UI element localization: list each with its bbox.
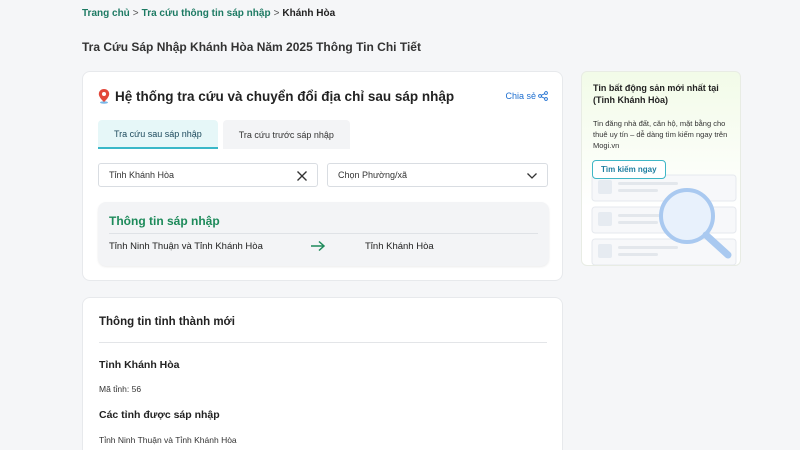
province-select-value: Tỉnh Khánh Hòa <box>109 170 175 180</box>
tool-header: Hệ thống tra cứu và chuyển đổi địa chỉ s… <box>97 88 454 104</box>
breadcrumb-separator: > <box>132 8 139 19</box>
info-title: Thông tin tỉnh thành mới <box>99 316 235 328</box>
merge-to: Tỉnh Khánh Hòa <box>365 241 434 252</box>
divider <box>109 233 538 234</box>
breadcrumb-lookup-link[interactable]: Tra cứu thông tin sáp nhập <box>142 8 271 19</box>
share-icon <box>538 91 548 101</box>
merge-info-title: Thông tin sáp nhập <box>109 214 220 228</box>
ad-search-button[interactable]: Tìm kiếm ngay <box>592 160 666 179</box>
divider <box>99 342 547 343</box>
merged-provinces-list: Tỉnh Ninh Thuận và Tỉnh Khánh Hòa <box>99 435 237 445</box>
share-button[interactable]: Chia sẻ <box>505 91 548 101</box>
chevron-down-icon <box>527 173 537 179</box>
merged-provinces-heading: Các tỉnh được sáp nhập <box>99 409 220 421</box>
breadcrumb-current: Khánh Hòa <box>282 8 336 19</box>
tool-title: Hệ thống tra cứu và chuyển đổi địa chỉ s… <box>115 88 455 104</box>
real-estate-ad: Tin bất động sản mới nhất tại (Tỉnh Khán… <box>581 71 741 266</box>
province-name: Tỉnh Khánh Hòa <box>99 359 180 371</box>
breadcrumb: Trang chủ > Tra cứu thông tin sáp nhập > Khá… <box>82 8 335 19</box>
tab-before-merge[interactable]: Tra cứu trước sáp nhập <box>222 120 350 149</box>
arrow-right-icon <box>311 240 326 252</box>
lookup-tabs: Tra cứu sau sáp nhập Tra cứu trước sáp n… <box>98 120 350 149</box>
listing-illustration <box>591 174 737 265</box>
new-province-info-card: Thông tin tỉnh thành mới Tỉnh Khánh Hòa … <box>82 297 563 450</box>
share-label: Chia sẻ <box>505 91 536 101</box>
page-title: Tra Cứu Sáp Nhập Khánh Hòa Năm 2025 Thôn… <box>82 40 421 54</box>
map-pin-icon <box>98 89 110 104</box>
tab-after-merge[interactable]: Tra cứu sau sáp nhập <box>98 120 218 149</box>
breadcrumb-separator: > <box>273 8 280 19</box>
province-code: Mã tỉnh: 56 <box>99 384 142 394</box>
ward-select-value: Chọn Phường/xã <box>338 170 407 180</box>
ward-select[interactable]: Chọn Phường/xã <box>327 163 548 187</box>
merge-info-box: Thông tin sáp nhập Tỉnh Ninh Thuận và Tỉ… <box>98 202 549 266</box>
merge-from: Tỉnh Ninh Thuận và Tỉnh Khánh Hòa <box>109 241 263 252</box>
lookup-tool-card: Hệ thống tra cứu và chuyển đổi địa chỉ s… <box>82 71 563 281</box>
province-select[interactable]: Tỉnh Khánh Hòa <box>98 163 318 187</box>
clear-icon[interactable] <box>296 170 308 182</box>
ad-title: Tin bất động sản mới nhất tại (Tỉnh Khán… <box>593 83 719 105</box>
ad-description: Tin đăng nhà đất, căn hộ, mặt bằng cho t… <box>593 119 728 150</box>
breadcrumb-home-link[interactable]: Trang chủ <box>82 8 130 19</box>
